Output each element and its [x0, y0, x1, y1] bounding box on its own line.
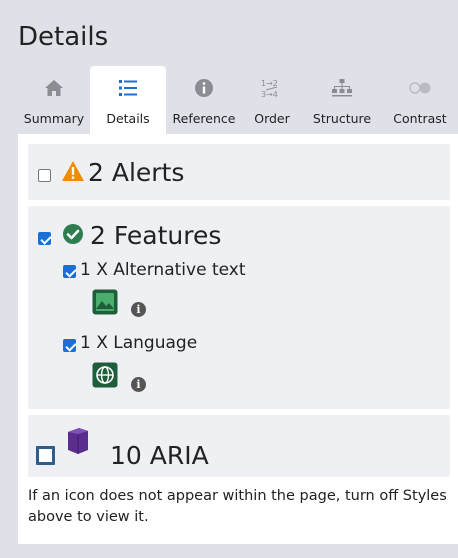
image-icon[interactable] [92, 289, 118, 320]
tab-structure[interactable]: Structure [302, 66, 382, 134]
tab-details[interactable]: Details [90, 66, 166, 134]
info-icon[interactable]: i [131, 302, 146, 317]
aria-title: 10 ARIA [110, 441, 209, 470]
aria-checkbox[interactable] [36, 446, 55, 465]
language-label: 1 X Language [80, 333, 198, 353]
alerts-checkbox[interactable] [38, 169, 51, 182]
tab-reference[interactable]: Reference [166, 66, 242, 134]
details-panel: 2 Alerts 2 Features 1 X Alternative text… [18, 134, 458, 544]
help-text: If an icon does not appear within the pa… [28, 488, 447, 525]
structure-icon [302, 76, 382, 100]
tab-label: Structure [312, 111, 372, 126]
tab-bar: Summary Details Reference 1→2 3→4 Order [18, 66, 458, 134]
order-icon: 1→2 3→4 [242, 76, 302, 100]
svg-text:1→2: 1→2 [261, 79, 278, 88]
alerts-title: 2 Alerts [88, 158, 185, 187]
features-checkbox[interactable] [38, 232, 51, 245]
language-checkbox[interactable] [63, 339, 76, 352]
tab-label: Summary [23, 111, 85, 126]
warning-icon [61, 160, 85, 187]
features-title: 2 Features [90, 221, 222, 250]
check-circle-icon [62, 223, 84, 250]
tab-label: Contrast [393, 111, 447, 126]
info-icon[interactable]: i [131, 377, 146, 392]
panel-header: Details [0, 0, 458, 66]
page-title: Details [18, 22, 109, 52]
contrast-icon [382, 76, 458, 100]
tab-label: Order [254, 111, 290, 126]
tab-order[interactable]: 1→2 3→4 Order [242, 66, 302, 134]
alt-text-checkbox[interactable] [63, 265, 76, 278]
svg-text:3→4: 3→4 [261, 90, 278, 99]
tab-label: Details [106, 111, 150, 126]
tab-summary[interactable]: Summary [18, 66, 90, 134]
info-icon [166, 76, 242, 100]
features-section: 2 Features 1 X Alternative text i 1 X La… [28, 206, 450, 409]
alerts-section: 2 Alerts [28, 144, 450, 200]
aria-cube-icon [67, 427, 89, 460]
tab-label: Reference [172, 111, 236, 126]
alt-text-label: 1 X Alternative text [80, 260, 246, 280]
aria-section: 10 ARIA [28, 415, 450, 477]
list-icon [90, 76, 166, 100]
home-icon [18, 76, 90, 100]
tab-contrast[interactable]: Contrast [382, 66, 458, 134]
globe-icon[interactable] [92, 362, 118, 393]
